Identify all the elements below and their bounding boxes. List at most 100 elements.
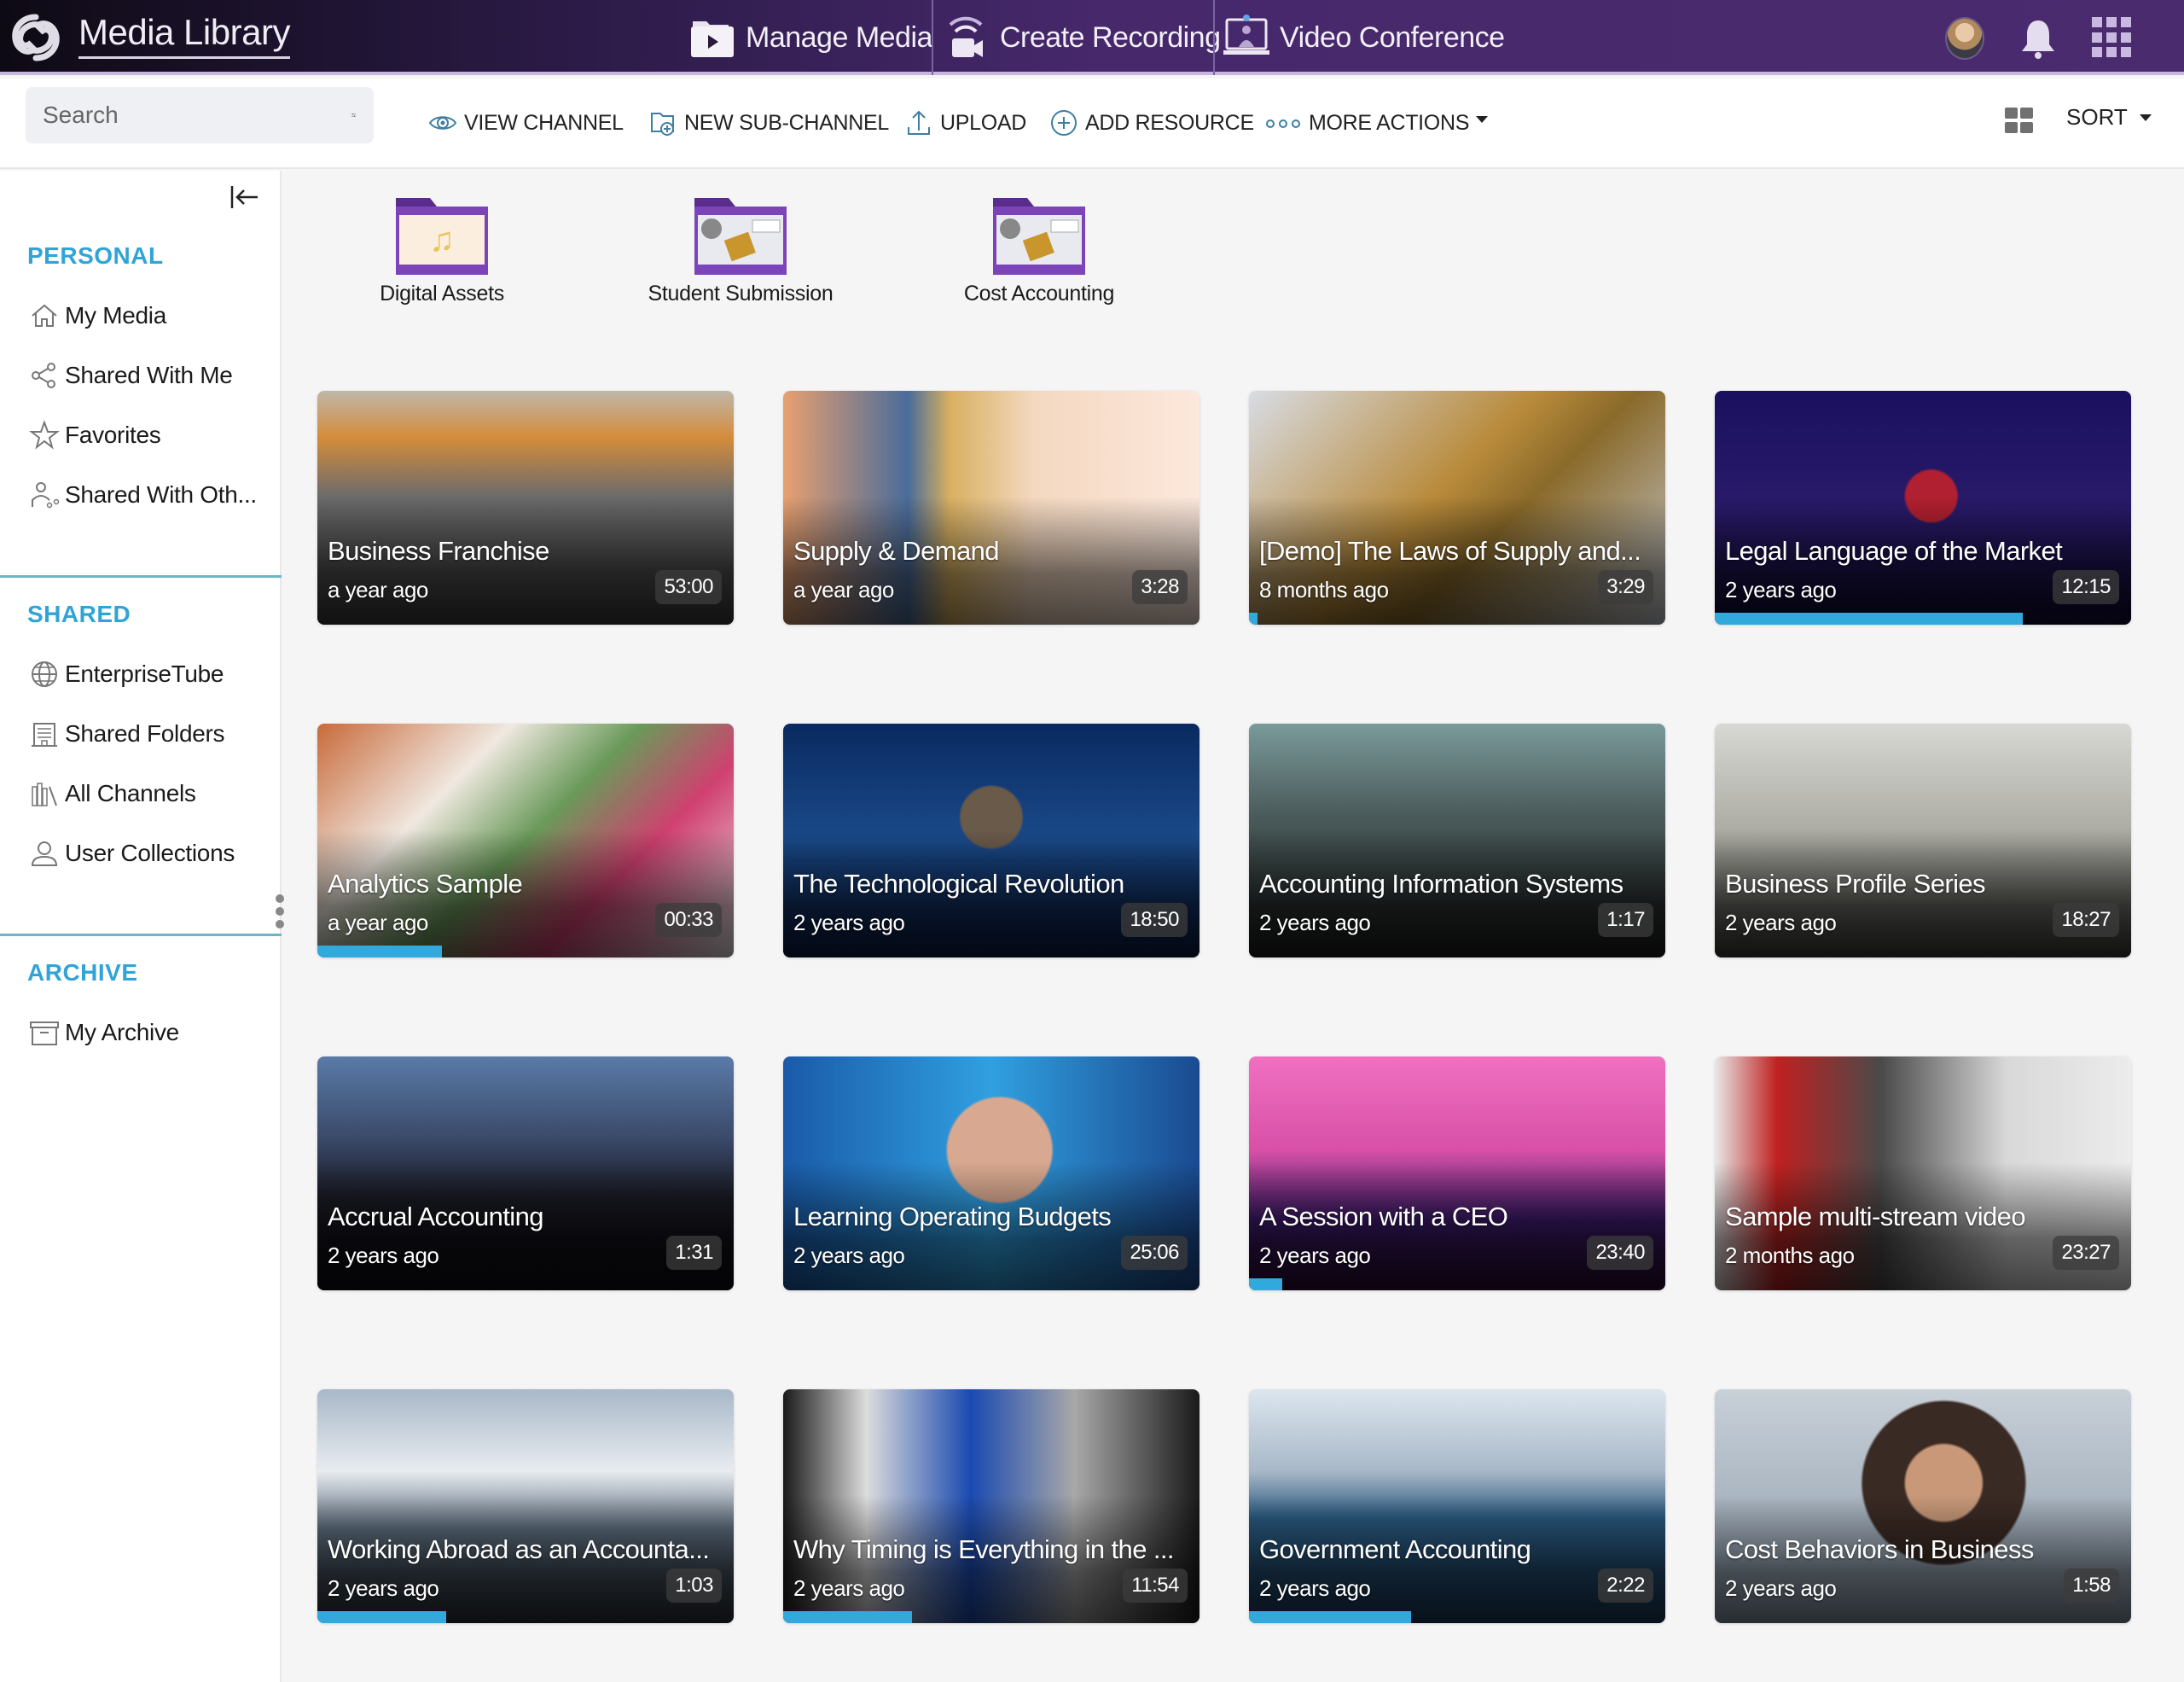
- video-title[interactable]: Working Abroad as an Accounta...: [328, 1534, 722, 1565]
- nav-manage-media[interactable]: Manage Media: [688, 9, 932, 67]
- folder-label: Student Submission: [648, 282, 834, 306]
- section-divider: [0, 934, 282, 936]
- app-title[interactable]: Media Library: [78, 12, 290, 59]
- duration-badge: 53:00: [655, 570, 722, 604]
- video-title[interactable]: Supply & Demand: [793, 536, 1188, 567]
- nav-label: Video Conference: [1280, 20, 1505, 54]
- notification-bell-icon[interactable]: [2018, 17, 2058, 60]
- video-title[interactable]: Cost Behaviors in Business: [1725, 1534, 2119, 1565]
- video-age: 2 years ago: [793, 1575, 905, 1601]
- video-age: 2 years ago: [1259, 910, 1371, 935]
- folder-icon: [993, 198, 1085, 275]
- video-card[interactable]: Business Profile Series 2 years ago 18:27: [1715, 724, 2131, 957]
- nav-create-recording[interactable]: Create Recording: [942, 9, 1221, 67]
- more-actions-button[interactable]: MORE ACTIONS: [1264, 106, 1489, 140]
- sidebar-item-enterprisetube[interactable]: EnterpriseTube: [29, 655, 224, 693]
- duration-badge: 1:31: [666, 1236, 722, 1270]
- duration-badge: 1:58: [2064, 1569, 2119, 1603]
- sidebar-item-shared-folders[interactable]: Shared Folders: [29, 715, 225, 753]
- new-sub-channel-button[interactable]: NEW SUB-CHANNEL: [648, 106, 889, 140]
- video-age: 2 months ago: [1725, 1243, 1855, 1268]
- sidebar-item-label: All Channels: [65, 780, 196, 806]
- video-card[interactable]: Analytics Sample a year ago 00:33: [317, 724, 734, 957]
- folder-icon: [694, 198, 787, 275]
- folder-digital-assets[interactable]: ♫ Digital Assets: [340, 195, 544, 306]
- sidebar: PERSONAL My Media Shared With Me Favorit…: [0, 171, 285, 1682]
- apps-grid-icon[interactable]: [2092, 17, 2131, 58]
- video-card[interactable]: Accrual Accounting 2 years ago 1:31: [317, 1056, 734, 1290]
- video-title[interactable]: Why Timing is Everything in the ...: [793, 1534, 1188, 1565]
- duration-badge: 1:03: [666, 1569, 722, 1603]
- video-title[interactable]: Business Franchise: [328, 536, 722, 567]
- filter-sliders-icon[interactable]: [351, 102, 357, 128]
- video-title[interactable]: Learning Operating Budgets: [793, 1202, 1188, 1232]
- video-title[interactable]: Sample multi-stream video: [1725, 1202, 2119, 1232]
- add-resource-button[interactable]: ADD RESOURCE: [1049, 106, 1254, 140]
- video-title[interactable]: Legal Language of the Market: [1725, 536, 2119, 567]
- duration-badge: 18:50: [1121, 903, 1188, 937]
- video-card[interactable]: Supply & Demand a year ago 3:28: [783, 391, 1199, 625]
- video-title[interactable]: Business Profile Series: [1725, 869, 2119, 899]
- upload-button[interactable]: UPLOAD: [904, 106, 1026, 140]
- action-label: VIEW CHANNEL: [464, 110, 624, 135]
- video-card[interactable]: Why Timing is Everything in the ... 2 yea…: [783, 1389, 1199, 1623]
- nav-video-conference[interactable]: Video Conference: [1222, 9, 1505, 67]
- sidebar-item-favorites[interactable]: Favorites: [29, 416, 161, 454]
- video-card[interactable]: Government Accounting 2 years ago 2:22: [1249, 1389, 1665, 1623]
- video-card[interactable]: Sample multi-stream video 2 months ago 23:…: [1715, 1056, 2131, 1290]
- search-box: [26, 87, 374, 143]
- video-title[interactable]: The Technological Revolution: [793, 869, 1188, 899]
- globe-icon: [32, 661, 57, 687]
- folder-icon: ♫: [396, 198, 488, 275]
- video-card[interactable]: [Demo] The Laws of Supply and... 8 months…: [1249, 391, 1665, 625]
- sidebar-item-my-archive[interactable]: My Archive: [29, 1014, 179, 1051]
- video-title[interactable]: Accounting Information Systems: [1259, 869, 1653, 899]
- video-card[interactable]: The Technological Revolution 2 years ago 1…: [783, 724, 1199, 957]
- sidebar-item-my-media[interactable]: My Media: [29, 297, 166, 335]
- sidebar-item-shared-with-me[interactable]: Shared With Me: [29, 357, 233, 394]
- sidebar-item-label: EnterpriseTube: [65, 661, 224, 687]
- section-title-shared: SHARED: [27, 601, 131, 627]
- sidebar-item-shared-with-others[interactable]: Shared With Oth...: [29, 476, 257, 514]
- sort-label: SORT: [2066, 104, 2128, 130]
- video-card[interactable]: A Session with a CEO 2 years ago 23:40: [1249, 1056, 1665, 1290]
- video-card[interactable]: Business Franchise a year ago 53:00: [317, 391, 734, 625]
- duration-badge: 23:40: [1587, 1236, 1653, 1270]
- duration-badge: 3:28: [1132, 570, 1188, 604]
- sidebar-item-all-channels[interactable]: All Channels: [29, 775, 196, 812]
- video-card[interactable]: Legal Language of the Market 2 years ago 1…: [1715, 391, 2131, 625]
- video-title[interactable]: Analytics Sample: [328, 869, 722, 899]
- top-nav-bar: Media Library Manage Media Create Record…: [0, 0, 2184, 75]
- search-input[interactable]: [43, 102, 351, 129]
- resize-handle-icon[interactable]: [275, 894, 285, 928]
- duration-badge: 2:22: [1598, 1569, 1653, 1603]
- video-card[interactable]: Cost Behaviors in Business 2 years ago 1:5…: [1715, 1389, 2131, 1623]
- video-age: 2 years ago: [1725, 577, 1837, 602]
- view-channel-button[interactable]: VIEW CHANNEL: [428, 106, 624, 140]
- collapse-sidebar-icon[interactable]: [229, 183, 261, 212]
- folder-cost-accounting[interactable]: Cost Accounting: [937, 195, 1141, 306]
- video-age: a year ago: [793, 577, 894, 602]
- duration-badge: 23:27: [2053, 1236, 2119, 1270]
- user-share-icon: [32, 482, 60, 509]
- grid-view-toggle-icon[interactable]: [2005, 108, 2034, 133]
- new-folder-icon: [651, 113, 674, 136]
- sort-dropdown[interactable]: SORT: [2066, 104, 2152, 131]
- video-title[interactable]: Accrual Accounting: [328, 1202, 722, 1232]
- video-card[interactable]: Working Abroad as an Accounta... 2 years …: [317, 1389, 734, 1623]
- video-title[interactable]: A Session with a CEO: [1259, 1202, 1653, 1232]
- video-card[interactable]: Accounting Information Systems 2 years ag…: [1249, 724, 1665, 957]
- sidebar-item-user-collections[interactable]: User Collections: [29, 835, 235, 872]
- plus-circle-icon: [1051, 110, 1077, 136]
- folder-student-submission[interactable]: Student Submission: [638, 195, 843, 306]
- video-title[interactable]: Government Accounting: [1259, 1534, 1653, 1565]
- building-icon: [32, 723, 57, 747]
- video-card[interactable]: Learning Operating Budgets 2 years ago 25:…: [783, 1056, 1199, 1290]
- app-logo-icon[interactable]: [9, 12, 63, 63]
- video-title[interactable]: [Demo] The Laws of Supply and...: [1259, 536, 1653, 567]
- watch-progress-bar: [1249, 1611, 1412, 1623]
- user-avatar[interactable]: [1945, 17, 1984, 60]
- action-label: ADD RESOURCE: [1085, 110, 1254, 135]
- video-age: 2 years ago: [328, 1575, 439, 1601]
- sidebar-item-label: Shared Folders: [65, 720, 225, 747]
